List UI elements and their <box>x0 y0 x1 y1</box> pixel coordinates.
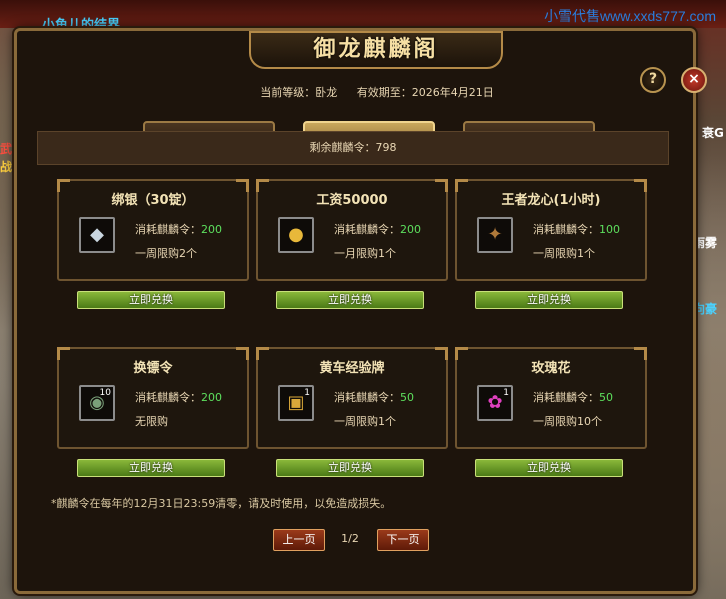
item-name: 换镖令 <box>133 361 173 376</box>
exchange-button[interactable]: 立即兑换 <box>475 291 623 309</box>
rose-icon[interactable]: ✿ 1 <box>477 385 513 421</box>
item-card: 王者龙心(1小时) ✦ 消耗麒麟令：100 一周限购1个 <box>455 179 647 281</box>
bg-right-text-1: 衰G <box>702 126 724 140</box>
expire-date: 有效期至：2026年4月21日 <box>356 86 494 99</box>
exchange-button[interactable]: 立即兑换 <box>276 291 424 309</box>
item-card: 黄车经验牌 ▣ 1 消耗麒麟令：50 一周限购1个 <box>256 347 448 449</box>
cart-exp-icon[interactable]: ▣ 1 <box>278 385 314 421</box>
item-count: 1 <box>503 388 509 398</box>
escort-token-icon[interactable]: ◉ 10 <box>79 385 115 421</box>
item-count: 1 <box>304 388 310 398</box>
exchange-button[interactable]: 立即兑换 <box>77 291 225 309</box>
item-card: 绑银（30锭） ◆ 消耗麒麟令：200 一周限购2个 <box>57 179 249 281</box>
dragon-heart-icon[interactable]: ✦ <box>477 217 513 253</box>
item-count: 10 <box>99 388 111 398</box>
item-card: 玫瑰花 ✿ 1 消耗麒麟令：50 一周限购10个 <box>455 347 647 449</box>
item-card: 工资50000 ● 消耗麒麟令：200 一月限购1个 <box>256 179 448 281</box>
item-name: 黄车经验牌 <box>319 361 385 376</box>
remaining-tokens: 剩余麒麟令：798 <box>37 131 669 165</box>
bg-right-text-2: 雨雾 <box>693 236 718 250</box>
treasure-window: 御龙麒麟阁 ? × 当前等级：卧龙 有效期至：2026年4月21日 神秘商店 麒… <box>14 28 707 594</box>
page-indicator: 1/2 <box>341 532 359 545</box>
item-limit: 一周限购10个 <box>533 415 602 428</box>
bg-left-text-2: 战 <box>0 160 13 174</box>
bg-right-text-3: 向豪 <box>693 302 718 316</box>
item-limit: 一月限购1个 <box>334 247 396 260</box>
watermark-text: 小雪代售www.xxds777.com <box>544 8 716 24</box>
exchange-button[interactable]: 立即兑换 <box>276 459 424 477</box>
item-limit: 一周限购2个 <box>135 247 197 260</box>
next-page-button[interactable]: 下一页 <box>377 529 429 551</box>
item-cost: 消耗麒麟令：50 <box>533 391 613 404</box>
item-name: 工资50000 <box>316 193 388 208</box>
gold-coins-icon[interactable]: ● <box>278 217 314 253</box>
token-reset-note: *麒麟令在每年的12月31日23:59清零，请及时使用，以免造成损失。 <box>51 497 392 510</box>
item-limit: 一周限购1个 <box>533 247 595 260</box>
item-cost: 消耗麒麟令：200 <box>135 223 222 236</box>
bg-left-text-1: 武 <box>0 142 13 156</box>
membership-info: 当前等级：卧龙 有效期至：2026年4月21日 <box>62 79 692 107</box>
exchange-button[interactable]: 立即兑换 <box>475 459 623 477</box>
item-card: 换镖令 ◉ 10 消耗麒麟令：200 无限购 <box>57 347 249 449</box>
exchange-button[interactable]: 立即兑换 <box>77 459 225 477</box>
current-level: 当前等级：卧龙 <box>260 86 338 99</box>
item-name: 玫瑰花 <box>531 361 571 376</box>
window-title: 御龙麒麟阁 <box>249 31 503 69</box>
item-cost: 消耗麒麟令：200 <box>334 223 421 236</box>
item-name: 王者龙心(1小时) <box>501 193 601 208</box>
silver-ingot-icon[interactable]: ◆ <box>79 217 115 253</box>
prev-page-button[interactable]: 上一页 <box>273 529 325 551</box>
item-cost: 消耗麒麟令：50 <box>334 391 414 404</box>
item-name: 绑银（30锭） <box>111 193 195 208</box>
item-cost: 消耗麒麟令：100 <box>533 223 620 236</box>
item-limit: 一周限购1个 <box>334 415 396 428</box>
item-cost: 消耗麒麟令：200 <box>135 391 222 404</box>
item-limit: 无限购 <box>135 415 168 428</box>
